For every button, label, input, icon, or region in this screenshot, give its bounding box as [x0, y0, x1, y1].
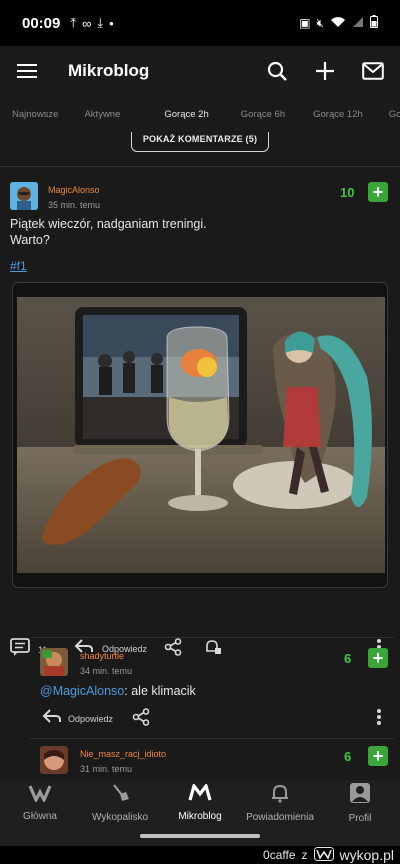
page-title: Mikroblog — [68, 61, 150, 80]
mention-link[interactable]: @MagicAlonso — [40, 684, 124, 698]
wykop-logo-icon — [28, 784, 52, 807]
hashtag-link[interactable]: #f1 — [10, 259, 27, 273]
comments-icon[interactable] — [10, 638, 30, 661]
tab-gorace-6h[interactable]: Gorące 6h — [221, 109, 297, 120]
search-icon[interactable] — [266, 60, 288, 82]
nav-label: Mikroblog — [178, 811, 222, 822]
watermark-user: 0caffe — [263, 848, 296, 862]
avatar[interactable] — [40, 648, 68, 676]
profile-icon — [349, 782, 371, 809]
status-time: 00:09 — [22, 14, 61, 32]
reply-icon — [42, 708, 62, 729]
reply-label: Odpowiedz — [68, 713, 114, 724]
post-image-frame[interactable] — [12, 282, 388, 588]
nav-mikroblog[interactable]: Mikroblog — [160, 780, 240, 826]
bell-icon — [270, 783, 290, 808]
mikroblog-logo-icon — [188, 782, 212, 807]
watermark-site: wykop.pl — [339, 847, 394, 863]
tab-gorace-12h[interactable]: Gorące 12h — [297, 109, 375, 120]
bottom-nav: Główna Wykopalisko Mikroblog Powiadomien… — [0, 780, 400, 826]
post-author[interactable]: MagicAlonso — [48, 185, 100, 195]
avatar[interactable] — [10, 182, 38, 210]
share-icon[interactable] — [132, 708, 150, 731]
nav-label: Powiadomienia — [246, 812, 314, 823]
tab-gorace-2h[interactable]: Gorące 2h — [132, 109, 220, 120]
post-image[interactable] — [17, 297, 385, 573]
comment-time: 31 min. temu — [80, 764, 133, 774]
post-body: Piątek wieczór, nadganiam treningi. Wart… — [10, 216, 207, 248]
vote-count: 6 — [344, 749, 352, 764]
app-bar: Mikroblog — [0, 46, 400, 96]
upvote-button[interactable]: + — [368, 648, 388, 668]
signal-icon — [352, 16, 364, 31]
divider — [0, 166, 400, 167]
add-icon[interactable] — [314, 60, 336, 82]
upvote-button[interactable]: + — [368, 182, 388, 202]
infinity-icon: ∞ — [82, 15, 92, 31]
post-text-line: Piątek wieczór, nadganiam treningi. — [10, 217, 207, 231]
feed[interactable]: POKAŻ KOMENTARZE (5) MagicAlonso 35 min.… — [0, 132, 400, 780]
tab-aktywne[interactable]: Aktywne — [70, 109, 132, 120]
divider — [30, 738, 394, 739]
comment-time: 34 min. temu — [80, 666, 133, 676]
vote-count: 10 — [340, 185, 355, 200]
home-indicator[interactable] — [140, 834, 260, 838]
watermark: 0caffe z wykop.pl — [0, 846, 400, 864]
nav-powiadomienia[interactable]: Powiadomienia — [240, 780, 320, 826]
tab-najnowsze[interactable]: Najnowsze — [0, 109, 70, 120]
shovel-icon — [110, 783, 130, 808]
nav-label: Wykopalisko — [91, 812, 149, 823]
comment-author[interactable]: shadyturtle — [80, 651, 124, 661]
comment-body: @MagicAlonso: ale klimacik — [40, 684, 196, 698]
post-text-line: Warto? — [10, 233, 50, 247]
battery-icon — [370, 15, 378, 31]
gesture-area — [0, 826, 400, 846]
notification-add-icon[interactable] — [204, 638, 222, 661]
status-bar: 00:09 ⤒ ∞ ⤓ • ▣ 🔇︎ — [0, 0, 400, 46]
reply-button[interactable]: Odpowiedz — [42, 708, 113, 729]
divider — [30, 637, 394, 638]
nav-glowna[interactable]: Główna — [0, 780, 80, 826]
wykop-watermark-icon — [313, 846, 334, 864]
watermark-separator: z — [301, 848, 308, 862]
nav-profil[interactable]: Profil — [320, 780, 400, 826]
nav-label: Profil — [348, 813, 372, 824]
avatar[interactable] — [40, 746, 68, 774]
vote-count: 6 — [344, 651, 352, 666]
wifi-icon — [330, 16, 346, 31]
comment-author[interactable]: Nie_masz_racj_idioto — [80, 749, 166, 759]
more-options-icon[interactable] — [376, 708, 382, 731]
download-icon: ⤓ — [97, 15, 104, 30]
mail-icon[interactable] — [362, 60, 384, 82]
tab-gorace-2[interactable]: Gorące 2 — [375, 109, 400, 120]
show-comments-button[interactable]: POKAŻ KOMENTARZE (5) — [131, 132, 269, 152]
share-icon[interactable] — [164, 638, 182, 661]
upload-icon: ⤒ — [70, 15, 77, 30]
nav-label: Główna — [23, 811, 57, 822]
mute-icon: 🔇︎ — [316, 15, 324, 30]
upvote-button[interactable]: + — [368, 746, 388, 766]
dot-icon: • — [109, 15, 114, 31]
tab-bar: Najnowsze Aktywne Gorące 2h Gorące 6h Go… — [0, 96, 400, 132]
vibrate-icon: ▣ — [299, 16, 311, 30]
comment-text: : ale klimacik — [124, 684, 196, 698]
post-time: 35 min. temu — [48, 200, 101, 210]
nav-wykopalisko[interactable]: Wykopalisko — [80, 780, 160, 826]
menu-icon[interactable] — [16, 60, 38, 82]
